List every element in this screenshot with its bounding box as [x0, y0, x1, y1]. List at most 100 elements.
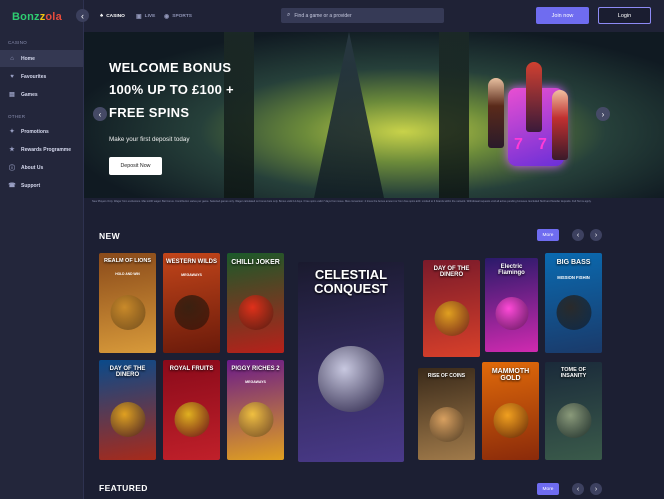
game-artwork — [556, 403, 591, 438]
game-artwork — [110, 295, 145, 330]
chevron-right-icon: › — [601, 109, 605, 119]
game-tile[interactable]: TOME OF INSANITY — [545, 362, 602, 460]
game-title: MAMMOTH GOLD — [491, 368, 530, 383]
sidebar-item-label: Rewards Programme — [21, 146, 72, 153]
hero-banner: WELCOME BONUS 100% UP TO £100 + FREE SPI… — [84, 32, 664, 198]
game-title: WESTERN WILDS — [166, 259, 217, 265]
game-title: PIGGY RICHES 2 — [231, 366, 280, 372]
sidebar-item-label: Home — [21, 55, 35, 62]
game-tile[interactable]: Electric Flamingo — [485, 258, 538, 352]
casino-app: Bonzzola CASINO ⌂ Home ♥ Favourites ▤ Ga… — [0, 0, 664, 499]
tab-casino[interactable]: ♠ CASINO — [100, 13, 125, 19]
game-title: CHILLI JOKER — [231, 259, 280, 266]
brand-logo[interactable]: Bonzzola — [12, 11, 62, 23]
game-title: CELESTIAL CONQUEST — [314, 267, 388, 296]
game-title: BIG BASS — [556, 259, 591, 266]
game-artwork — [174, 402, 209, 437]
new-more-button[interactable]: More — [537, 229, 559, 241]
hero-next-button[interactable]: › — [596, 107, 610, 121]
new-prev-button[interactable]: ‹ — [572, 229, 584, 241]
game-tile[interactable]: DAY OF THE DINERO — [99, 360, 156, 460]
character-image — [552, 90, 568, 160]
hero-subtitle: Make your first deposit today — [109, 136, 190, 143]
star-icon: ★ — [9, 147, 15, 153]
sidebar-item-support[interactable]: ☎ Support — [0, 177, 83, 194]
game-artwork — [318, 346, 384, 412]
hero-title-line: 100% UP TO £100 + — [109, 82, 234, 97]
game-tile[interactable]: PIGGY RICHES 2 MEGAWAYS — [227, 360, 284, 460]
home-icon: ⌂ — [10, 55, 14, 62]
seven-symbol: 7 — [538, 136, 547, 153]
sidebar-item-promotions[interactable]: ✦ Promotions — [0, 123, 83, 140]
game-tile[interactable]: ROYAL FRUITS — [163, 360, 220, 460]
sidebar-item-label: About Us — [21, 164, 44, 171]
sidebar-item-label: Promotions — [21, 128, 49, 135]
games-icon: ▤ — [9, 92, 15, 98]
game-title: Electric Flamingo — [498, 264, 525, 277]
login-button[interactable]: Login — [598, 7, 651, 24]
sidebar-item-rewards[interactable]: ★ Rewards Programme — [0, 141, 83, 158]
sidebar-item-about[interactable]: ⓘ About Us — [0, 159, 83, 176]
seven-symbol: 7 — [514, 136, 523, 153]
hero-illustration: 7 7 — [486, 60, 586, 196]
sidebar-item-favourites[interactable]: ♥ Favourites — [0, 68, 83, 85]
support-icon: ☎ — [8, 183, 16, 189]
game-subtitle: HOLD AND WIN — [115, 271, 140, 276]
sidebar-item-label: Support — [21, 182, 41, 189]
new-next-button[interactable]: › — [590, 229, 602, 241]
sidebar-collapse-button[interactable]: ‹ — [76, 9, 89, 22]
sidebar-item-label: Favourites — [21, 73, 47, 80]
heart-icon: ♥ — [10, 73, 14, 80]
chevron-left-icon: ‹ — [81, 10, 84, 21]
game-tile[interactable]: DAY OF THE DINERO — [423, 260, 480, 357]
game-title: ROYAL FRUITS — [169, 366, 214, 372]
tab-live[interactable]: ▣ LIVE — [136, 13, 155, 20]
bonus-terms: New Players Only. Wager from exclusions.… — [92, 200, 592, 203]
game-tile[interactable]: RISE OF COINS — [418, 368, 475, 460]
chevron-right-icon: › — [594, 231, 598, 239]
game-title: REALM OF LIONS — [103, 258, 152, 264]
game-subtitle: MEGAWAYS — [245, 379, 266, 384]
featured-prev-button[interactable]: ‹ — [572, 483, 584, 495]
hero-tower — [314, 32, 384, 198]
game-artwork — [238, 295, 273, 330]
game-tile[interactable]: WESTERN WILDS MEGAWAYS — [163, 253, 220, 353]
game-tile[interactable]: REALM OF LIONS HOLD AND WIN — [99, 253, 156, 353]
hero-prev-button[interactable]: ‹ — [93, 107, 107, 121]
deposit-now-button[interactable]: Deposit Now — [109, 157, 162, 175]
sidebar-item-games[interactable]: ▤ Games — [0, 86, 83, 103]
tab-label: SPORTS — [172, 14, 192, 19]
ball-icon: ◉ — [164, 14, 170, 20]
sidebar-item-label: Games — [21, 91, 38, 98]
character-image — [526, 62, 542, 132]
featured-next-button[interactable]: › — [590, 483, 602, 495]
game-artwork — [110, 402, 145, 437]
join-now-button[interactable]: Join now — [536, 7, 589, 24]
game-tile[interactable]: BIG BASS MISSION FISHIN — [545, 253, 602, 353]
sidebar: Bonzzola CASINO ⌂ Home ♥ Favourites ▤ Ga… — [0, 0, 84, 499]
top-bar: ♠ CASINO ▣ LIVE ◉ SPORTS ⌕ Join now Logi… — [84, 0, 664, 32]
game-tile[interactable]: CHILLI JOKER — [227, 253, 284, 353]
hero-pillar — [224, 32, 254, 198]
gift-icon: ✦ — [9, 129, 15, 135]
game-tile[interactable]: MAMMOTH GOLD — [482, 362, 539, 460]
game-artwork — [495, 297, 528, 330]
search-input[interactable] — [294, 12, 435, 19]
game-artwork — [434, 301, 469, 336]
chevron-left-icon: ‹ — [98, 109, 102, 119]
tab-sports[interactable]: ◉ SPORTS — [164, 13, 192, 20]
chevron-right-icon: › — [594, 485, 598, 493]
search-icon: ⌕ — [287, 12, 291, 18]
sidebar-section-other: OTHER — [8, 114, 26, 119]
sidebar-item-home[interactable]: ⌂ Home — [0, 50, 83, 67]
featured-more-button[interactable]: More — [537, 483, 559, 495]
game-tile[interactable]: CELESTIAL CONQUEST — [298, 262, 404, 462]
game-artwork — [238, 402, 273, 437]
game-artwork — [493, 403, 528, 438]
tab-label: LIVE — [144, 14, 156, 19]
game-artwork — [174, 295, 209, 330]
game-title: RISE OF COINS — [427, 373, 466, 379]
section-title-featured: FEATURED — [99, 483, 148, 493]
tab-label: CASINO — [106, 13, 125, 19]
logo-part: Bonz — [12, 11, 40, 23]
